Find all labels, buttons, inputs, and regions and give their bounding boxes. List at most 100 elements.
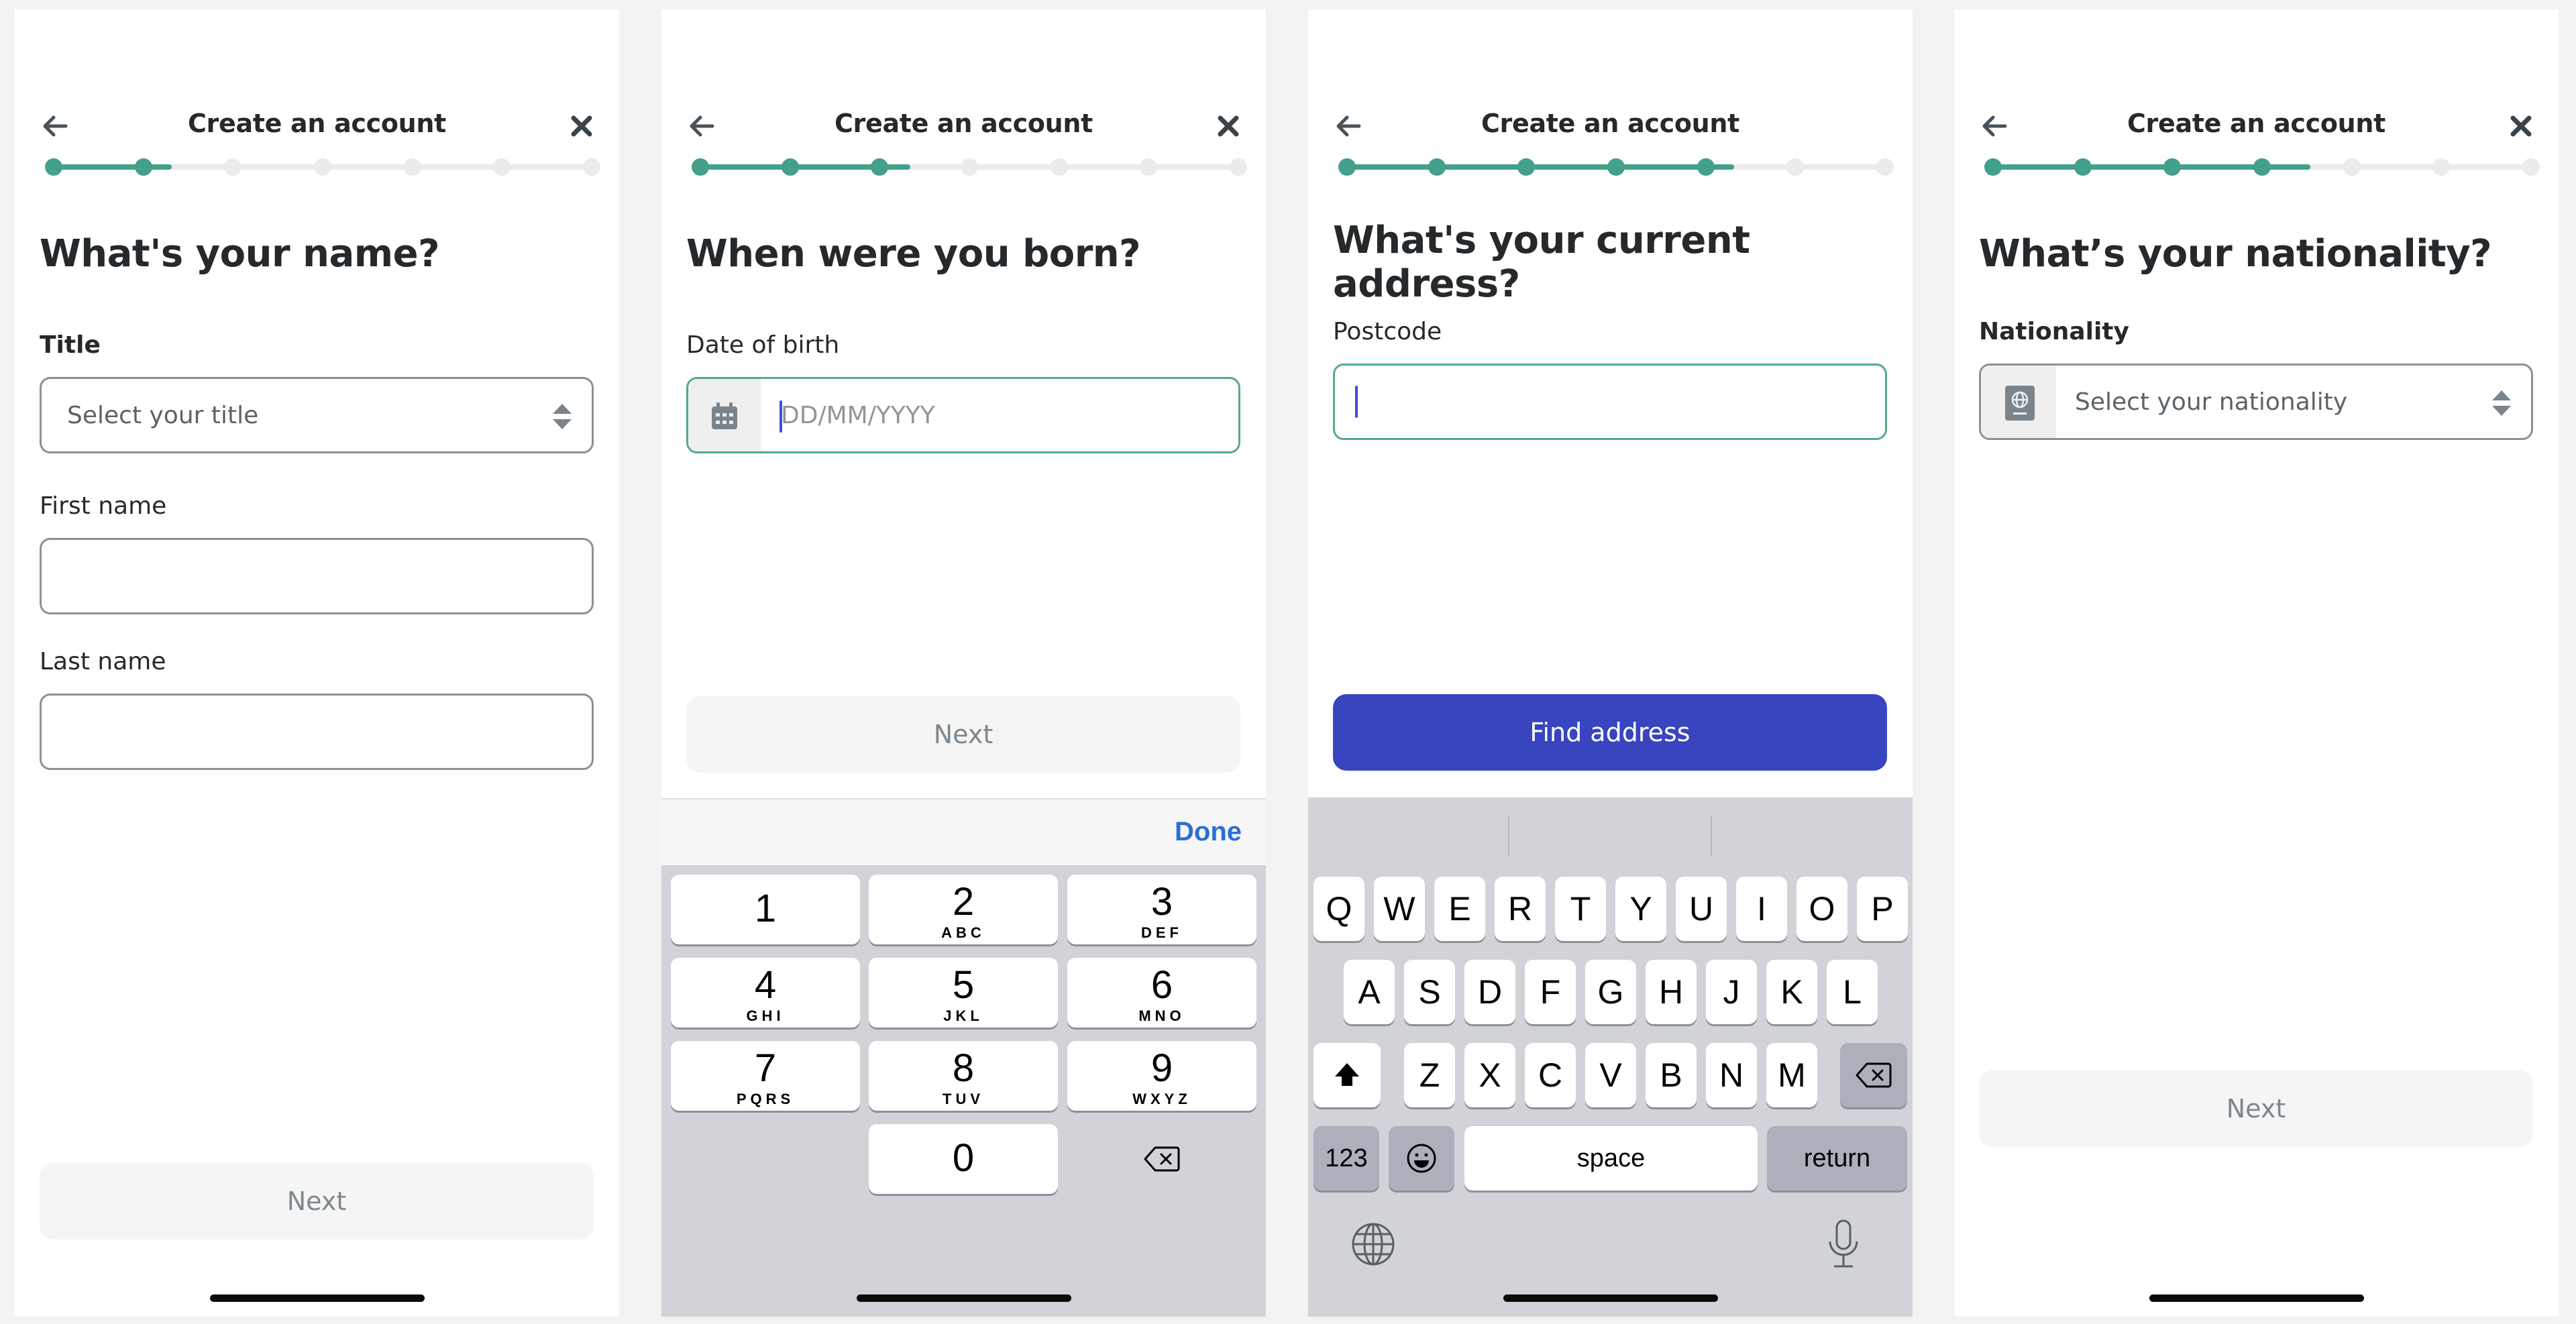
key-n[interactable]: N (1706, 1043, 1757, 1107)
microphone-button[interactable] (1826, 1219, 1861, 1273)
page-heading: When were you born? (686, 232, 1141, 276)
home-indicator[interactable] (209, 1294, 425, 1302)
key-5[interactable]: 5 JKL (869, 958, 1058, 1028)
space-key[interactable]: space (1464, 1126, 1758, 1191)
key-w[interactable]: W (1374, 877, 1425, 941)
first-name-input[interactable] (40, 538, 594, 614)
key-1[interactable]: 1 (671, 875, 860, 944)
key-a[interactable]: A (1344, 960, 1395, 1024)
progress-stepper (692, 157, 1247, 177)
header-title: Create an account (187, 109, 447, 138)
key-8[interactable]: 8 TUV (869, 1041, 1058, 1111)
close-button[interactable] (568, 113, 595, 140)
step-dot-pending (224, 158, 242, 176)
key-2[interactable]: 2 ABC (869, 875, 1058, 944)
next-button[interactable]: Next (1979, 1070, 2533, 1147)
nationality-select[interactable]: Select your nationality (1979, 364, 2533, 440)
key-c[interactable]: C (1525, 1043, 1576, 1107)
key-p[interactable]: P (1857, 877, 1908, 941)
header: Create an account (1954, 105, 2559, 145)
key-digit: 0 (952, 1136, 975, 1180)
last-name-input[interactable] (40, 694, 594, 770)
step-dot-complete (692, 158, 709, 176)
step-dot-complete (781, 158, 799, 176)
delete-key[interactable] (1067, 1124, 1256, 1194)
key-v[interactable]: V (1585, 1043, 1636, 1107)
find-address-button[interactable]: Find address (1333, 694, 1887, 771)
close-icon (571, 115, 592, 137)
step-dot-complete (1517, 158, 1536, 176)
key-i[interactable]: I (1736, 877, 1787, 941)
key-y[interactable]: Y (1615, 877, 1666, 941)
key-k[interactable]: K (1766, 960, 1817, 1024)
title-select[interactable]: Select your title (40, 377, 594, 453)
close-icon (1218, 115, 1239, 137)
calendar-icon (712, 402, 737, 429)
delete-key[interactable] (1840, 1043, 1907, 1107)
key-o[interactable]: O (1796, 877, 1847, 941)
next-button[interactable]: Next (686, 696, 1240, 773)
key-x[interactable]: X (1464, 1043, 1515, 1107)
step-dot-complete (1607, 158, 1625, 176)
home-indicator[interactable] (2149, 1294, 2364, 1302)
numeric-keypad: 1 2 ABC 3 DEF 4 GHI 5 JKL 6 MNO 7 PQRS 8 TUV 9W… (661, 865, 1266, 1317)
key-q[interactable]: Q (1313, 877, 1364, 941)
nationality-label: Nationality (1979, 318, 2129, 345)
step-dot-pending (2343, 158, 2361, 176)
step-dot-pending (403, 158, 421, 176)
key-l[interactable]: L (1827, 960, 1878, 1024)
key-b[interactable]: B (1646, 1043, 1697, 1107)
stepper-chevrons-icon (2492, 390, 2511, 416)
return-key[interactable]: return (1767, 1126, 1907, 1191)
key-h[interactable]: H (1646, 960, 1697, 1024)
key-r[interactable]: R (1495, 877, 1546, 941)
emoji-icon (1407, 1144, 1436, 1173)
step-dot-complete (2163, 158, 2182, 176)
home-indicator[interactable] (856, 1294, 1071, 1302)
suggestion-divider (1508, 816, 1509, 857)
close-button[interactable] (2508, 113, 2534, 140)
date-of-birth-input[interactable]: DD/MM/YYYY (686, 377, 1240, 453)
title-select-placeholder: Select your title (67, 402, 259, 429)
key-s[interactable]: S (1404, 960, 1455, 1024)
close-button[interactable] (1215, 113, 1242, 140)
screen-date-of-birth: Create an account When were you born? Da… (661, 9, 1266, 1317)
numbers-key[interactable]: 123 (1313, 1126, 1379, 1191)
key-0[interactable]: 0 (869, 1124, 1058, 1194)
key-6[interactable]: 6 MNO (1067, 958, 1256, 1028)
key-4[interactable]: 4 GHI (671, 958, 860, 1028)
key-letters: TUV (943, 1091, 984, 1107)
globe-icon (1352, 1223, 1395, 1266)
step-dot-pending (1050, 158, 1068, 176)
key-g[interactable]: G (1585, 960, 1636, 1024)
key-z[interactable]: Z (1404, 1043, 1455, 1107)
next-button[interactable]: Next (40, 1163, 594, 1239)
step-dot-complete (134, 158, 152, 176)
date-of-birth-label: Date of birth (686, 331, 840, 359)
emoji-key[interactable] (1389, 1126, 1454, 1191)
globe-button[interactable] (1351, 1222, 1395, 1270)
key-e[interactable]: E (1434, 877, 1485, 941)
shift-key[interactable] (1313, 1043, 1381, 1107)
key-3[interactable]: 3 DEF (1067, 875, 1256, 944)
passport-icon (2005, 386, 2035, 421)
first-name-label: First name (40, 492, 167, 520)
key-digit: 2 (952, 880, 975, 924)
key-digit: 8 (952, 1046, 975, 1090)
postcode-input[interactable] (1333, 364, 1887, 440)
key-d[interactable]: D (1464, 960, 1515, 1024)
screen-nationality: Create an account What’s your nationalit… (1954, 9, 2559, 1317)
stepper-chevrons-icon (553, 404, 572, 429)
key-letters: ABC (941, 924, 985, 941)
key-u[interactable]: U (1676, 877, 1727, 941)
step-dot-complete (871, 158, 889, 176)
key-j[interactable]: J (1706, 960, 1757, 1024)
key-m[interactable]: M (1766, 1043, 1817, 1107)
key-digit: 7 (754, 1046, 777, 1090)
key-7[interactable]: 7 PQRS (671, 1041, 860, 1111)
key-f[interactable]: F (1525, 960, 1576, 1024)
home-indicator[interactable] (1503, 1294, 1718, 1302)
done-button[interactable]: Done (1175, 817, 1242, 847)
key-9[interactable]: 9 WXYZ (1067, 1041, 1256, 1111)
key-t[interactable]: T (1555, 877, 1606, 941)
